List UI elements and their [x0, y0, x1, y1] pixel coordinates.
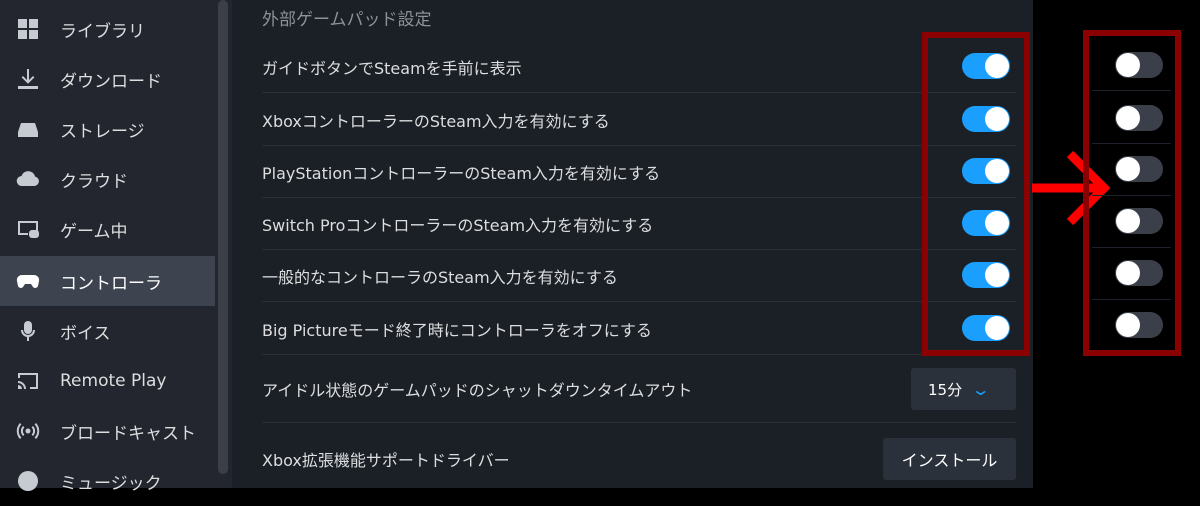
setting-row-switch-pro: Switch ProコントローラーのSteam入力を有効にする	[262, 197, 1016, 250]
toggle-off[interactable]	[1115, 156, 1163, 182]
setting-row-big-picture: Big Pictureモード終了時にコントローラをオフにする	[262, 302, 1016, 355]
setting-label: アイドル状態のゲームパッドのシャットダウンタイムアウト	[262, 381, 693, 400]
sidebar-scrollbar[interactable]	[218, 0, 228, 474]
highlight-box-on	[922, 32, 1030, 356]
toggle-off[interactable]	[1115, 105, 1163, 131]
toggle-knob	[1116, 53, 1140, 77]
section-title: 外部ゲームパッド設定	[262, 10, 432, 30]
off-toggle-row	[1092, 91, 1171, 144]
setting-label: Big Pictureモード終了時にコントローラをオフにする	[262, 321, 652, 340]
storage-icon	[15, 116, 41, 142]
toggle-knob	[1116, 313, 1140, 337]
cloud-icon	[15, 166, 41, 192]
sidebar-item-label: ミュージック	[60, 473, 162, 494]
sidebar-item-in-game[interactable]: ゲーム中	[0, 204, 215, 254]
setting-row-xbox: XboxコントローラーのSteam入力を有効にする	[262, 93, 1016, 146]
toggle-knob	[1116, 157, 1140, 181]
off-toggle-row	[1092, 38, 1171, 91]
sidebar-item-voice[interactable]: ボイス	[0, 306, 215, 356]
toggle-off[interactable]	[1115, 312, 1163, 338]
sidebar-item-label: Remote Play	[60, 371, 167, 391]
sidebar-item-downloads[interactable]: ダウンロード	[0, 54, 215, 104]
gamepad-icon	[15, 268, 41, 294]
toggle-knob	[1116, 106, 1140, 130]
toggle-off[interactable]	[1115, 208, 1163, 234]
download-icon	[15, 66, 41, 92]
toggle-off[interactable]	[1115, 260, 1163, 286]
broadcast-icon	[15, 418, 41, 444]
sidebar-item-storage[interactable]: ストレージ	[0, 104, 215, 154]
sidebar-item-label: ストレージ	[60, 121, 145, 142]
sidebar-item-label: ダウンロード	[60, 71, 162, 92]
sidebar-item-label: コントローラ	[60, 273, 162, 294]
install-button[interactable]: インストール	[883, 438, 1016, 480]
setting-row-idle-timeout: アイドル状態のゲームパッドのシャットダウンタイムアウト	[262, 355, 1016, 423]
dropdown-value: 15分	[928, 380, 963, 399]
idle-timeout-dropdown[interactable]: 15分 ⌄	[911, 368, 1016, 410]
toggle-knob	[1116, 209, 1140, 233]
setting-row-generic: 一般的なコントローラのSteam入力を有効にする	[262, 249, 1016, 302]
off-toggle-row	[1092, 247, 1171, 300]
sidebar-item-cloud[interactable]: クラウド	[0, 154, 215, 204]
settings-sidebar: ライブラリ ダウンロード ストレージ クラウド ゲーム中 コントローラ ボイス …	[0, 0, 232, 494]
toggle-knob	[1116, 261, 1140, 285]
setting-label: ガイドボタンでSteamを手前に表示	[262, 59, 522, 78]
setting-row-guide-button: ガイドボタンでSteamを手前に表示	[262, 40, 1016, 93]
music-icon	[15, 468, 41, 494]
off-toggle-row	[1092, 299, 1171, 351]
cast-icon	[15, 368, 41, 394]
toggle-off[interactable]	[1115, 52, 1163, 78]
sidebar-item-label: ブロードキャスト	[60, 423, 196, 444]
off-toggle-row	[1092, 143, 1171, 196]
sidebar-item-library[interactable]: ライブラリ	[0, 4, 215, 54]
in-game-icon	[15, 216, 41, 242]
off-toggle-row	[1092, 195, 1171, 248]
grid-icon	[15, 16, 41, 42]
sidebar-item-music[interactable]: ミュージック	[0, 456, 215, 506]
microphone-icon	[15, 318, 41, 344]
setting-label: PlayStationコントローラーのSteam入力を有効にする	[262, 164, 661, 183]
sidebar-item-controller[interactable]: コントローラ	[0, 256, 215, 306]
controller-settings-panel: 外部ゲームパッド設定 ガイドボタンでSteamを手前に表示 Xboxコントローラ…	[232, 0, 1033, 488]
setting-row-playstation: PlayStationコントローラーのSteam入力を有効にする	[262, 145, 1016, 198]
sidebar-item-label: ゲーム中	[60, 221, 128, 242]
setting-label: 一般的なコントローラのSteam入力を有効にする	[262, 268, 618, 287]
sidebar-item-label: ボイス	[60, 323, 111, 344]
setting-label: Switch ProコントローラーのSteam入力を有効にする	[262, 216, 654, 235]
sidebar-item-label: クラウド	[60, 171, 128, 192]
sidebar-item-label: ライブラリ	[60, 21, 145, 42]
setting-label: Xbox拡張機能サポートドライバー	[262, 451, 510, 470]
setting-label: XboxコントローラーのSteam入力を有効にする	[262, 112, 610, 131]
sidebar-item-broadcast[interactable]: ブロードキャスト	[0, 406, 215, 456]
sidebar-item-remote-play[interactable]: Remote Play	[0, 356, 215, 406]
chevron-down-icon: ⌄	[970, 379, 991, 399]
